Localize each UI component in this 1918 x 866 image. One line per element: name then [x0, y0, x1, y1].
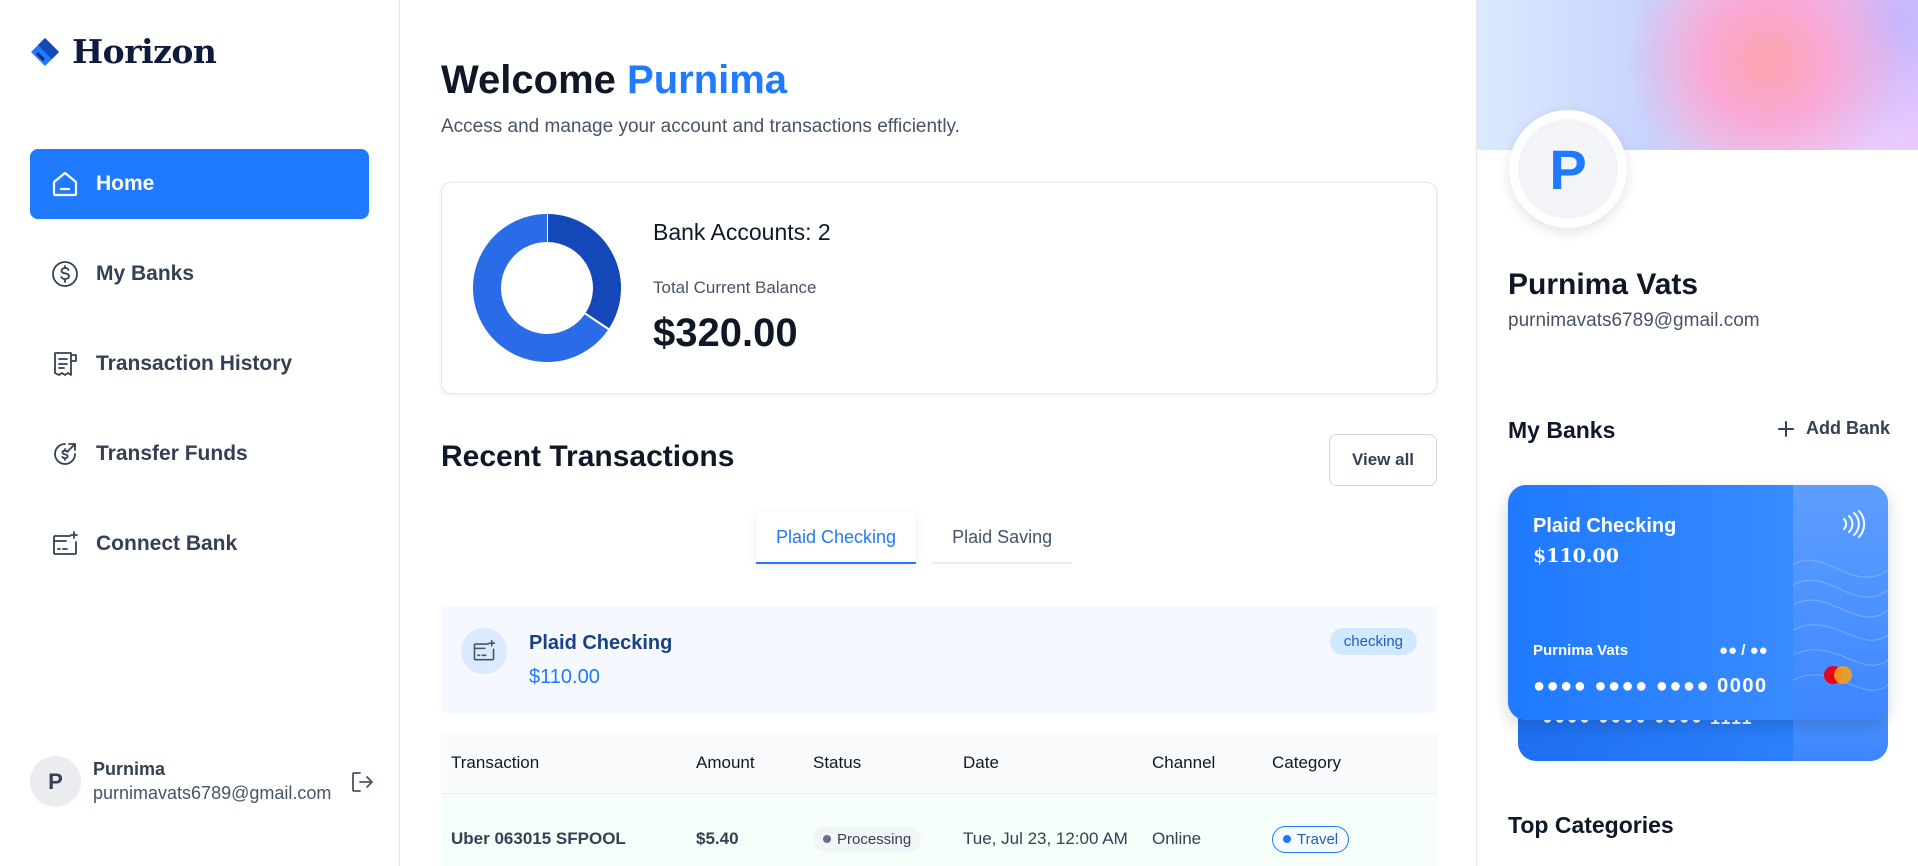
- profile-avatar: P: [1509, 110, 1627, 228]
- dollar-circle-icon: [52, 261, 78, 287]
- main-content: Welcome Purnima Access and manage your a…: [401, 0, 1476, 866]
- column-header: Category: [1262, 733, 1437, 794]
- brand-name: Horizon: [72, 32, 217, 71]
- bank-info-balance: $110.00: [529, 666, 600, 688]
- view-all-button[interactable]: View all: [1329, 434, 1437, 486]
- sidebar-nav: Home My Banks Transaction History Transf…: [30, 149, 369, 599]
- sidebar-item-label: My Banks: [96, 262, 195, 285]
- sidebar-item-label: Connect Bank: [96, 532, 238, 555]
- profile-email: purnimavats6789@gmail.com: [1508, 310, 1760, 331]
- column-header: Status: [803, 733, 953, 794]
- transaction-amount: $5.40: [686, 793, 803, 866]
- add-bank-label: Add Bank: [1806, 418, 1891, 438]
- donut-segment: [546, 214, 621, 330]
- sidebar-item-my-banks[interactable]: My Banks: [30, 239, 369, 309]
- sidebar-item-transfer-funds[interactable]: Transfer Funds: [30, 419, 369, 489]
- status-label: Processing: [837, 830, 912, 848]
- transactions-table: Transaction Amount Status Date Channel C…: [441, 733, 1437, 866]
- bank-card-primary[interactable]: Plaid Checking $110.00 Purnima Vats ●● /…: [1508, 485, 1888, 720]
- profile-avatar-initial: P: [1518, 119, 1618, 219]
- sidebar-item-connect-bank[interactable]: Connect Bank: [30, 509, 369, 579]
- category-label: Travel: [1297, 830, 1339, 848]
- sidebar: Horizon Home My Banks Transaction Histor…: [0, 0, 400, 866]
- user-email: purnimavats6789@gmail.com: [93, 783, 332, 803]
- card-balance: $110.00: [1533, 545, 1619, 567]
- card-expiry: ●● / ●●: [1719, 642, 1768, 659]
- status-badge: Processing: [813, 826, 922, 852]
- logo[interactable]: Horizon: [30, 32, 217, 71]
- profile-name: Purnima Vats: [1508, 268, 1699, 301]
- my-banks-title: My Banks: [1508, 417, 1616, 443]
- bank-info-banner[interactable]: Plaid Checking $110.00 checking: [441, 606, 1437, 713]
- sidebar-item-home[interactable]: Home: [30, 149, 369, 219]
- sidebar-item-label: Transfer Funds: [96, 442, 248, 465]
- right-sidebar: P Purnima Vats purnimavats6789@gmail.com…: [1476, 0, 1918, 866]
- money-send-icon: [54, 443, 76, 465]
- card-bank-name: Plaid Checking: [1533, 515, 1677, 537]
- table-row[interactable]: Uber 063015 SFPOOL $5.40 Processing Tue,…: [441, 793, 1437, 866]
- total-balance-value: $320.00: [653, 311, 798, 355]
- bank-card-icon: [461, 628, 507, 674]
- transaction-name: Uber 063015 SFPOOL: [441, 793, 686, 866]
- page-title: Welcome Purnima: [441, 58, 787, 103]
- contactless-icon: [1843, 510, 1866, 538]
- column-header: Date: [953, 733, 1142, 794]
- welcome-text: Welcome: [441, 58, 616, 102]
- top-categories-title: Top Categories: [1508, 812, 1674, 838]
- user-name: Purnima: [93, 759, 166, 779]
- column-header: Channel: [1142, 733, 1262, 794]
- sidebar-item-label: Transaction History: [96, 352, 293, 375]
- bank-tabs: Plaid Checking Plaid Saving: [756, 512, 1073, 564]
- card-holder-name: Purnima Vats: [1533, 642, 1629, 659]
- receipt-icon: [54, 352, 77, 376]
- status-dot-icon: [823, 835, 831, 844]
- avatar: P: [30, 756, 81, 807]
- total-balance-label: Total Current Balance: [653, 278, 817, 297]
- account-type-badge: checking: [1329, 628, 1417, 655]
- column-header: Amount: [686, 733, 803, 794]
- category-badge: Travel: [1272, 825, 1350, 853]
- recent-transactions-title: Recent Transactions: [441, 440, 735, 473]
- balance-donut-chart: [473, 214, 621, 362]
- sidebar-item-transaction-history[interactable]: Transaction History: [30, 329, 369, 399]
- welcome-user-name: Purnima: [627, 58, 788, 102]
- plus-icon: [1778, 420, 1794, 437]
- transaction-date: Tue, Jul 23, 12:00 AM: [953, 793, 1142, 866]
- transaction-status-cell: Processing: [803, 793, 953, 866]
- tab-plaid-checking[interactable]: Plaid Checking: [756, 512, 917, 564]
- bank-accounts-count: Bank Accounts: 2: [653, 219, 831, 245]
- category-dot-icon: [1283, 835, 1291, 844]
- mastercard-icon: [1824, 666, 1852, 684]
- sidebar-user: P Purnima purnimavats6789@gmail.com: [30, 756, 375, 807]
- horizon-logo-icon: [31, 37, 59, 66]
- sidebar-item-label: Home: [96, 172, 155, 195]
- connect-bank-icon: [53, 531, 78, 555]
- transaction-channel: Online: [1142, 793, 1262, 866]
- add-bank-button[interactable]: Add Bank: [1776, 418, 1890, 439]
- column-header: Transaction: [441, 733, 686, 794]
- logout-icon[interactable]: [349, 769, 375, 795]
- table-header-row: Transaction Amount Status Date Channel C…: [441, 733, 1437, 794]
- total-balance-card: Bank Accounts: 2 Total Current Balance $…: [441, 182, 1437, 394]
- card-number: ●●●● ●●●● ●●●● 0000: [1533, 675, 1768, 697]
- page-subtitle: Access and manage your account and trans…: [441, 116, 960, 137]
- transaction-category-cell: Travel: [1262, 793, 1437, 866]
- home-icon: [52, 171, 78, 197]
- tab-plaid-saving[interactable]: Plaid Saving: [932, 512, 1073, 564]
- bank-info-name: Plaid Checking: [529, 632, 673, 654]
